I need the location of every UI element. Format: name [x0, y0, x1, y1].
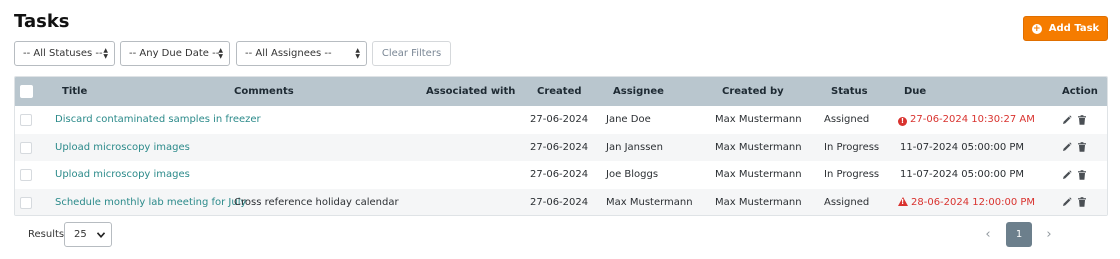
task-created-by: Max Mustermann: [715, 141, 802, 153]
column-header-due[interactable]: Due: [904, 77, 926, 106]
pencil-icon[interactable]: [1062, 142, 1072, 152]
trash-icon[interactable]: [1077, 142, 1087, 153]
clear-filters-button[interactable]: Clear Filters: [372, 41, 451, 66]
exclamation-circle-icon: !: [898, 117, 907, 126]
warning-triangle-icon: !: [898, 196, 908, 206]
chevron-down-icon: [97, 232, 105, 238]
select-arrows-icon: ▲ ▼: [355, 47, 360, 60]
pencil-icon[interactable]: [1062, 197, 1072, 207]
table-row[interactable]: Upload microscopy images 27-06-2024 Joe …: [15, 161, 1107, 189]
task-due: ! 28-06-2024 12:00:00 PM: [898, 189, 1036, 216]
page-title: Tasks: [14, 11, 70, 32]
due-date-filter-value: -- Any Due Date --: [129, 48, 220, 59]
row-actions: [1062, 189, 1087, 216]
column-header-associated[interactable]: Associated with: [426, 77, 515, 106]
add-task-label: Add Task: [1048, 23, 1100, 34]
due-date-filter-select[interactable]: -- Any Due Date -- ▲ ▼: [120, 41, 230, 66]
table-header: Title Comments Associated with Created A…: [15, 77, 1107, 106]
chevron-right-icon[interactable]: ›: [1042, 222, 1056, 247]
trash-icon[interactable]: [1077, 197, 1087, 208]
chevron-left-icon[interactable]: ‹: [981, 222, 995, 247]
row-checkbox[interactable]: [20, 114, 32, 126]
assignee-filter-select[interactable]: -- All Assignees -- ▲ ▼: [236, 41, 367, 66]
pencil-icon[interactable]: [1062, 170, 1072, 180]
task-title-link[interactable]: Upload microscopy images: [55, 161, 190, 189]
task-assignee: Jane Doe: [606, 114, 651, 125]
task-created-by: Max Mustermann: [715, 114, 802, 125]
table-row[interactable]: Schedule monthly lab meeting for July Cr…: [15, 188, 1107, 216]
task-created-by: Max Mustermann: [715, 169, 802, 180]
task-created: 27-06-2024: [530, 196, 589, 208]
tasks-table: Title Comments Associated with Created A…: [14, 76, 1108, 216]
task-created: 27-06-2024: [530, 169, 589, 180]
pencil-icon[interactable]: [1062, 115, 1072, 125]
task-assignee: Joe Bloggs: [606, 169, 659, 180]
row-actions: [1062, 106, 1087, 134]
task-due: 11-07-2024 05:00:00 PM: [900, 169, 1025, 180]
table-row[interactable]: Discard contaminated samples in freezer …: [15, 106, 1107, 134]
row-checkbox[interactable]: [20, 169, 32, 181]
column-header-created-by[interactable]: Created by: [722, 77, 784, 106]
task-due-text: 27-06-2024 10:30:27 AM: [910, 114, 1035, 125]
page-button-current[interactable]: 1: [1006, 222, 1032, 247]
column-header-created[interactable]: Created: [537, 77, 582, 106]
row-checkbox[interactable]: [20, 141, 32, 154]
assignee-filter-value: -- All Assignees --: [245, 48, 332, 59]
row-actions: [1062, 161, 1087, 189]
add-task-button[interactable]: + Add Task: [1023, 16, 1108, 41]
column-header-title[interactable]: Title: [62, 77, 87, 106]
results-per-page-select[interactable]: 25: [64, 222, 112, 247]
task-created: 27-06-2024: [530, 114, 589, 125]
task-status: Assigned: [824, 196, 870, 208]
status-filter-select[interactable]: -- All Statuses -- ▲ ▼: [14, 41, 115, 66]
select-all-checkbox[interactable]: [20, 85, 33, 98]
plus-circle-icon: +: [1031, 23, 1042, 34]
task-status: In Progress: [824, 169, 880, 180]
select-arrows-icon: ▲ ▼: [103, 47, 108, 60]
task-due: ! 27-06-2024 10:30:27 AM: [898, 106, 1035, 134]
column-header-assignee[interactable]: Assignee: [613, 77, 664, 106]
row-checkbox[interactable]: [20, 196, 32, 209]
task-title-link[interactable]: Schedule monthly lab meeting for July: [55, 189, 246, 216]
task-status: Assigned: [824, 114, 870, 125]
column-header-status[interactable]: Status: [831, 77, 868, 106]
row-actions: [1062, 134, 1087, 162]
task-title-link[interactable]: Discard contaminated samples in freezer: [55, 106, 261, 134]
results-per-page-value: 25: [74, 229, 87, 240]
task-comments: Cross reference holiday calendar: [234, 196, 399, 208]
task-due-text: 28-06-2024 12:00:00 PM: [911, 196, 1036, 208]
task-assignee: Jan Janssen: [606, 141, 663, 153]
table-row[interactable]: Upload microscopy images 27-06-2024 Jan …: [15, 133, 1107, 162]
results-label: Results:: [28, 229, 68, 240]
select-arrows-icon: ▲ ▼: [218, 47, 223, 60]
task-status: In Progress: [824, 141, 880, 153]
task-created-by: Max Mustermann: [715, 196, 802, 208]
task-assignee: Max Mustermann: [606, 196, 693, 208]
task-created: 27-06-2024: [530, 141, 589, 153]
column-header-comments[interactable]: Comments: [234, 77, 294, 106]
trash-icon[interactable]: [1077, 114, 1087, 125]
trash-icon[interactable]: [1077, 169, 1087, 180]
status-filter-value: -- All Statuses --: [23, 48, 103, 59]
task-title-link[interactable]: Upload microscopy images: [55, 134, 190, 162]
column-header-action: Action: [1062, 86, 1098, 97]
task-due: 11-07-2024 05:00:00 PM: [900, 141, 1025, 153]
